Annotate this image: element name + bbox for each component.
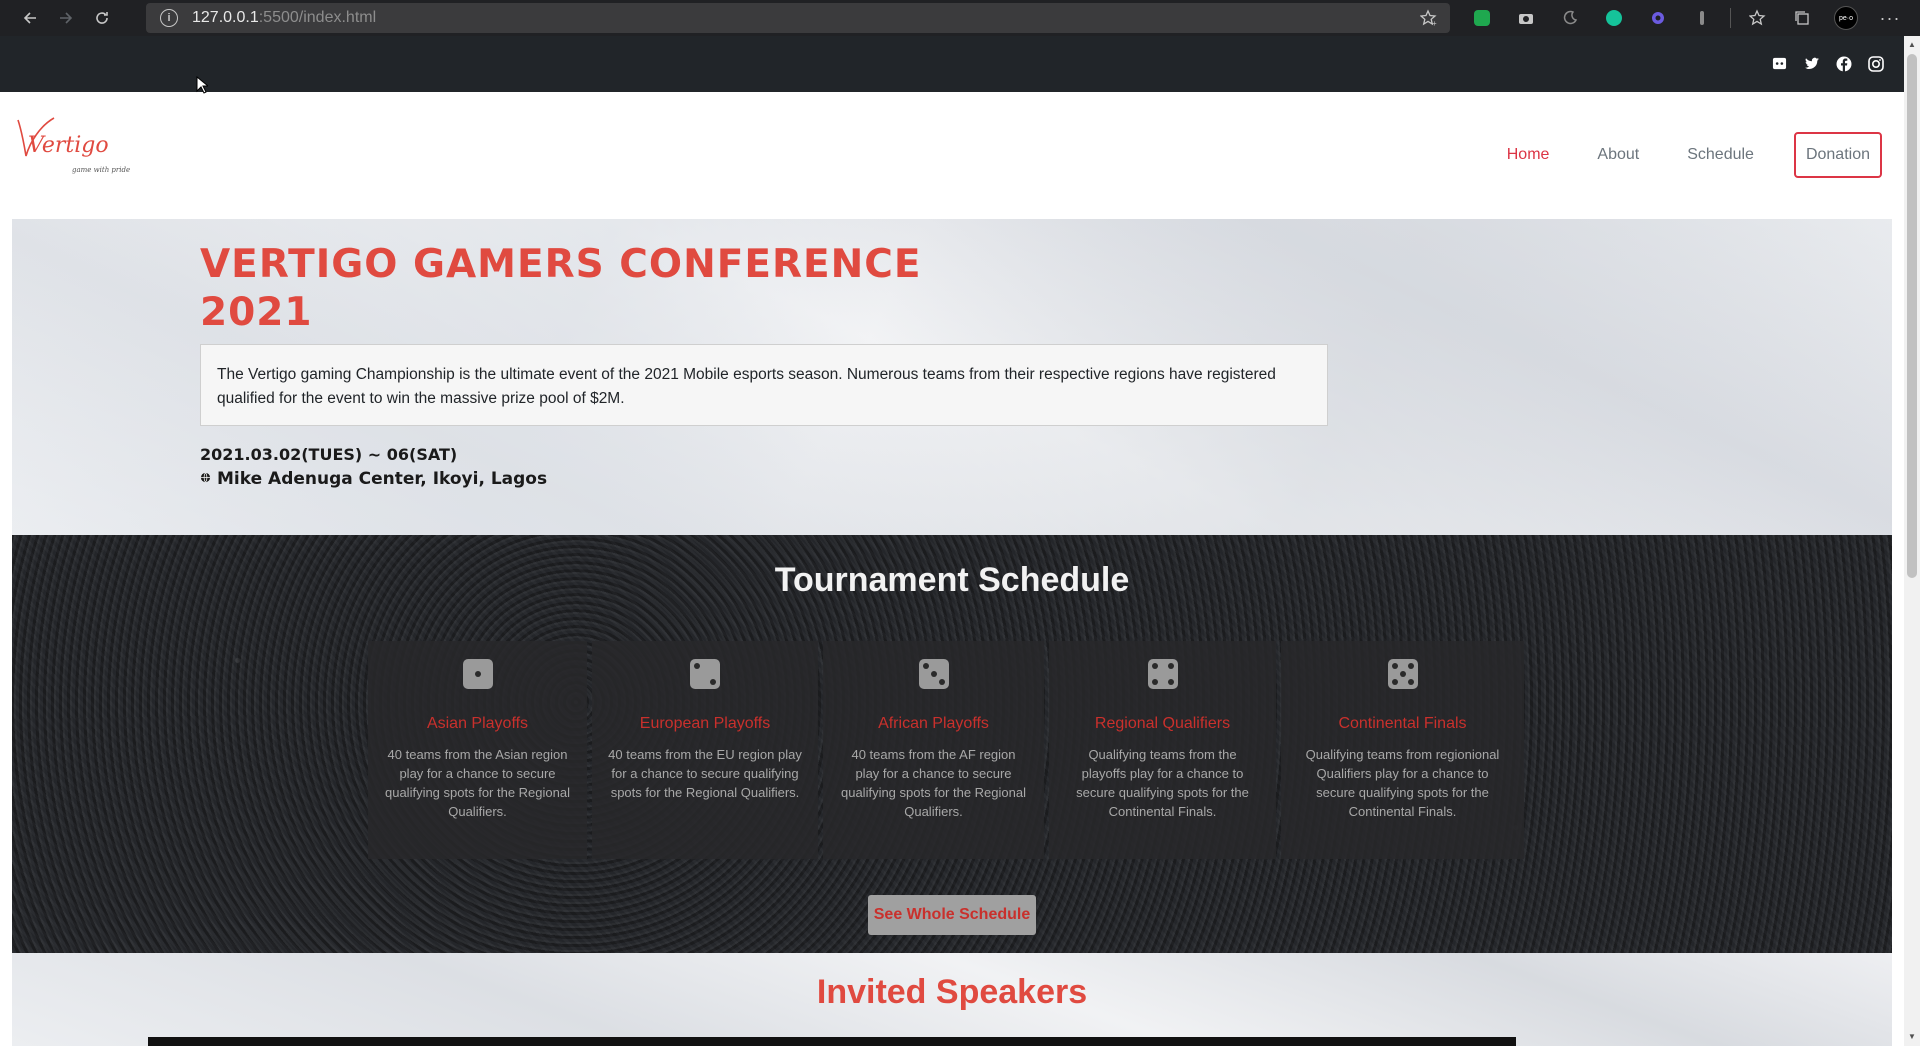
- gear-extension-icon[interactable]: [1636, 0, 1680, 36]
- speakers-title: Invited Speakers: [816, 973, 1088, 1011]
- profile-label: pe·o: [1834, 6, 1858, 30]
- see-whole-schedule-button[interactable]: See Whole Schedule: [868, 895, 1036, 935]
- dice-three-icon: [918, 659, 949, 689]
- event-venue: Mike Adenuga Center, Ikoyi, Lagos: [200, 469, 547, 489]
- hero-description: The Vertigo gaming Championship is the u…: [200, 344, 1328, 426]
- moon-extension-icon[interactable]: [1548, 0, 1592, 36]
- schedule-card: African Playoffs 40 teams from the AF re…: [823, 641, 1044, 859]
- globe-icon: [200, 472, 211, 487]
- reload-icon[interactable]: [84, 0, 120, 36]
- schedule-card: Asian Playoffs 40 teams from the Asian r…: [368, 641, 587, 859]
- extensions-row: pe·o ···: [1460, 0, 1912, 36]
- card-title: Continental Finals: [1338, 715, 1467, 732]
- speakers-banner: [148, 1037, 1516, 1046]
- social-topbar: [0, 36, 1904, 92]
- mouse-cursor-icon: [196, 76, 208, 94]
- page-scrollbar[interactable]: ▲ ▼: [1904, 36, 1920, 1046]
- dice-four-icon: [1147, 659, 1178, 689]
- browser-toolbar: i 127.0.0.1:5500/index.html + pe·o ···: [0, 0, 1920, 36]
- twitter-icon[interactable]: [1803, 55, 1820, 72]
- speakers-section: Invited Speakers: [12, 953, 1892, 1046]
- card-description: 40 teams from the EU region play for a c…: [608, 747, 802, 800]
- collections-icon[interactable]: [1780, 0, 1824, 36]
- main-nav: Home About Schedule Donation: [1507, 132, 1894, 178]
- social-links: [1771, 55, 1884, 72]
- card-title: European Playoffs: [639, 715, 771, 732]
- card-description: Qualifying teams from regionional Qualif…: [1305, 747, 1500, 819]
- hero-title: VERTIGO GAMERS CONFERENCE 2021: [200, 242, 922, 335]
- card-description: Qualifying teams from the playoffs play …: [1076, 747, 1249, 819]
- star-add-icon[interactable]: +: [1419, 9, 1438, 32]
- card-title: African Playoffs: [878, 715, 989, 732]
- donation-button[interactable]: Donation: [1793, 132, 1882, 178]
- address-bar[interactable]: i 127.0.0.1:5500/index.html +: [146, 3, 1450, 33]
- nav-schedule[interactable]: Schedule: [1687, 146, 1754, 164]
- hero-section: VERTIGO GAMERS CONFERENCE 2021 The Verti…: [12, 219, 1892, 535]
- dice-two-icon: [690, 659, 720, 689]
- forward-icon[interactable]: [48, 0, 84, 36]
- dice-five-icon: [1387, 659, 1418, 689]
- info-icon[interactable]: i: [160, 9, 178, 27]
- scroll-up-icon[interactable]: ▲: [1907, 40, 1917, 50]
- card-title: Regional Qualifiers: [1094, 715, 1231, 732]
- more-icon[interactable]: ···: [1868, 0, 1912, 36]
- evernote-extension-icon[interactable]: [1460, 0, 1504, 36]
- url-text: 127.0.0.1:5500/index.html: [192, 9, 377, 26]
- facebook-icon[interactable]: [1835, 55, 1852, 72]
- extension-icon[interactable]: [1680, 0, 1724, 36]
- nav-home[interactable]: Home: [1507, 146, 1550, 164]
- card-description: 40 teams from the AF region play for a c…: [840, 747, 1026, 819]
- svg-text:+: +: [1432, 19, 1437, 27]
- event-date: 2021.03.02(TUES) ~ 06(SAT): [200, 445, 458, 464]
- schedule-cards: Asian Playoffs 40 teams from the Asian r…: [368, 641, 1536, 859]
- venue-text: Mike Adenuga Center, Ikoyi, Lagos: [217, 469, 548, 489]
- scroll-down-icon[interactable]: ▼: [1907, 1032, 1917, 1042]
- schedule-card: Continental Finals Qualifying teams from…: [1281, 641, 1524, 859]
- page-viewport: Vertigo game with pride Home About Sched…: [0, 36, 1920, 1046]
- scroll-thumb[interactable]: [1907, 54, 1917, 578]
- card-title: Asian Playoffs: [426, 715, 529, 732]
- discord-icon[interactable]: [1771, 55, 1788, 72]
- vertigo-logo[interactable]: Vertigo game with pride: [14, 112, 134, 182]
- schedule-card: Regional Qualifiers Qualifying teams fro…: [1049, 641, 1276, 859]
- schedule-section: Tournament Schedule Asian Playoffs 40 te…: [12, 535, 1892, 953]
- profile-avatar[interactable]: pe·o: [1824, 0, 1868, 36]
- logo-text: Vertigo: [28, 133, 109, 158]
- instagram-icon[interactable]: [1867, 55, 1884, 72]
- grammarly-extension-icon[interactable]: [1592, 0, 1636, 36]
- schedule-title: Tournament Schedule: [774, 561, 1130, 599]
- separator: [1724, 0, 1736, 36]
- card-description: 40 teams from the Asian region play for …: [384, 747, 570, 819]
- favorites-icon[interactable]: [1736, 0, 1780, 36]
- camera-extension-icon[interactable]: [1504, 0, 1548, 36]
- logo-tagline: game with pride: [72, 166, 130, 174]
- schedule-card: European Playoffs 40 teams from the EU r…: [592, 641, 818, 859]
- nav-about[interactable]: About: [1597, 146, 1639, 164]
- back-icon[interactable]: [12, 0, 48, 36]
- site-header: Vertigo game with pride Home About Sched…: [0, 92, 1904, 216]
- dice-one-icon: [462, 659, 493, 689]
